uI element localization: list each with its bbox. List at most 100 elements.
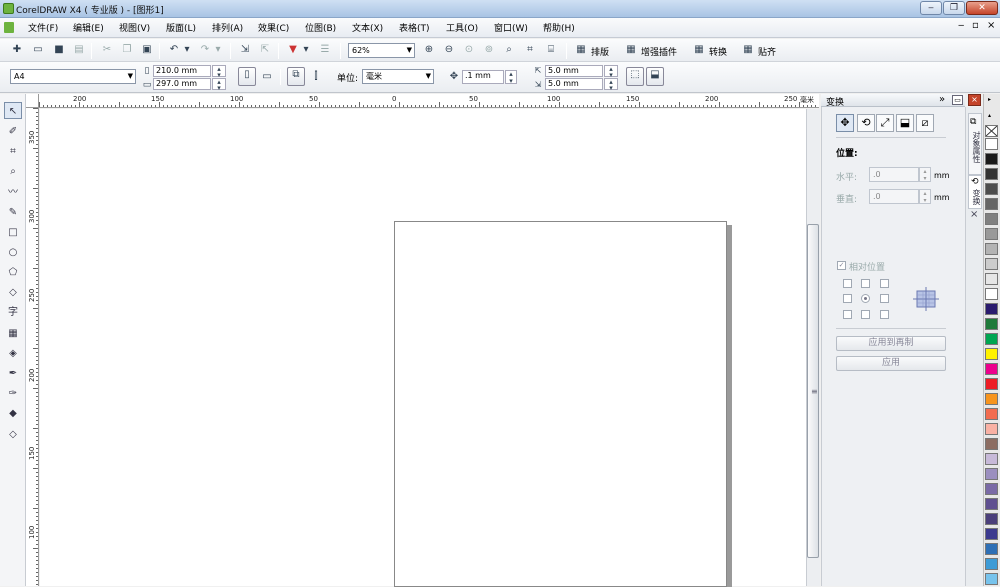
color-swatch[interactable]: [985, 153, 998, 165]
outline-tool-icon[interactable]: ✑: [4, 385, 22, 402]
skew-mode-button[interactable]: ⧄: [916, 114, 934, 132]
smart-fill-tool-icon[interactable]: ✎: [4, 204, 22, 221]
color-swatch[interactable]: [985, 138, 998, 150]
height-spinner-icon[interactable]: ▴ ▾: [212, 78, 226, 92]
nudge-distance-input[interactable]: .1 mm: [462, 70, 504, 84]
tab-object-properties[interactable]: ⧉ 对象属性: [968, 113, 982, 175]
vertical-scrollbar-thumb[interactable]: ≡: [807, 224, 819, 558]
freehand-tool-icon[interactable]: 〰: [4, 184, 22, 201]
anchor-bottom-center[interactable]: [861, 310, 870, 319]
welcome-screen-icon[interactable]: ☰: [318, 43, 332, 57]
paste-icon[interactable]: ▣: [140, 43, 154, 57]
apply-button[interactable]: 应用: [836, 356, 946, 371]
anchor-top-left[interactable]: [843, 279, 852, 288]
relative-position-checkbox[interactable]: ✓: [837, 261, 846, 270]
color-swatch[interactable]: [985, 543, 998, 555]
eyedropper-tool-icon[interactable]: ✒: [4, 365, 22, 382]
color-swatch[interactable]: [985, 348, 998, 360]
layout-button[interactable]: 排版: [591, 45, 609, 58]
undo-icon[interactable]: ↶: [167, 43, 181, 57]
color-swatch[interactable]: [985, 498, 998, 510]
anchor-top-right[interactable]: [880, 279, 889, 288]
horizontal-ruler[interactable]: 200 150 100 50 0 50 100 150 200 250 毫米: [39, 94, 819, 108]
position-mode-button[interactable]: ✥: [836, 114, 854, 132]
color-swatch[interactable]: [985, 558, 998, 570]
color-swatch[interactable]: [985, 393, 998, 405]
menu-file[interactable]: 文件(F): [28, 21, 58, 34]
cut-icon[interactable]: ✂: [100, 43, 114, 57]
duplicate-x-spinner-icon[interactable]: ▴ ▾: [604, 65, 618, 79]
color-swatch[interactable]: [985, 228, 998, 240]
anchor-middle-right[interactable]: [880, 294, 889, 303]
crop-tool-icon[interactable]: ⌗: [4, 143, 22, 160]
redo-icon[interactable]: ↷: [198, 43, 212, 57]
color-swatch[interactable]: [985, 363, 998, 375]
convert-icon[interactable]: ▦: [692, 43, 706, 57]
color-swatch[interactable]: [985, 468, 998, 480]
page-width-input[interactable]: 210.0 mm: [153, 65, 211, 77]
horizontal-input[interactable]: .0: [869, 167, 919, 182]
anchor-bottom-left[interactable]: [843, 310, 852, 319]
doc-close-button[interactable]: ×: [987, 20, 995, 31]
apply-to-duplicate-button[interactable]: 应用到再制: [836, 336, 946, 351]
ruler-origin-corner[interactable]: [26, 94, 39, 108]
export-icon[interactable]: ⇱: [258, 43, 272, 57]
maximize-button[interactable]: ❐: [943, 1, 965, 15]
tab-transform[interactable]: ⟲ 变换: [968, 175, 982, 209]
shape-tool-icon[interactable]: ✐: [4, 123, 22, 140]
unit-select[interactable]: 毫米 ▼: [362, 69, 434, 84]
save-icon[interactable]: ■: [52, 43, 66, 57]
import-icon[interactable]: ⇲: [238, 43, 252, 57]
redo-dropdown-icon[interactable]: ▾: [214, 43, 222, 57]
snap-button[interactable]: 贴齐: [758, 45, 776, 58]
color-swatch[interactable]: [985, 183, 998, 195]
copy-icon[interactable]: ❐: [120, 43, 134, 57]
double-chevron-icon[interactable]: »: [939, 94, 945, 105]
vertical-spinner-icon[interactable]: ▴ ▾: [919, 189, 931, 204]
snap-icon[interactable]: ▦: [741, 43, 755, 57]
duplicate-y-spinner-icon[interactable]: ▴ ▾: [604, 78, 618, 92]
zoom-page-icon[interactable]: ⌕: [502, 43, 516, 57]
zoom-tool-icon[interactable]: ⌕: [4, 163, 22, 180]
nudge-spinner-icon[interactable]: ▴ ▾: [505, 70, 517, 85]
zoom-all-objects-icon[interactable]: ⊚: [482, 43, 496, 57]
zoom-level-select[interactable]: 62% ▼: [348, 43, 415, 58]
menu-text[interactable]: 文本(X): [352, 21, 383, 34]
drawing-canvas[interactable]: [40, 109, 806, 587]
menu-help[interactable]: 帮助(H): [543, 21, 575, 34]
ellipse-tool-icon[interactable]: ○: [4, 244, 22, 261]
zoom-width-icon[interactable]: ⌗: [523, 43, 537, 57]
application-launcher-icon[interactable]: ▼: [286, 43, 300, 57]
color-swatch[interactable]: [985, 513, 998, 525]
zoom-out-icon[interactable]: ⊖: [442, 43, 456, 57]
all-pages-button[interactable]: ⧉: [287, 67, 305, 86]
plugins-icon[interactable]: ▦: [624, 43, 638, 57]
undo-dropdown-icon[interactable]: ▾: [183, 43, 191, 57]
anchor-center[interactable]: [861, 294, 870, 303]
vertical-input[interactable]: .0: [869, 189, 919, 204]
landscape-icon[interactable]: ▭: [260, 70, 274, 84]
palette-scroll-right-icon[interactable]: ▸: [988, 96, 991, 103]
duplicate-x-input[interactable]: 5.0 mm: [545, 65, 603, 77]
menu-layout[interactable]: 版面(L): [166, 21, 196, 34]
vertical-ruler[interactable]: 350 300 250 200 150 100: [26, 108, 39, 586]
width-spinner-icon[interactable]: ▴ ▾: [212, 65, 226, 79]
zoom-height-icon[interactable]: ⌸: [544, 43, 558, 57]
color-swatch[interactable]: [985, 288, 998, 300]
polygon-tool-icon[interactable]: ⬠: [4, 264, 22, 281]
color-swatch[interactable]: [985, 168, 998, 180]
menu-edit[interactable]: 编辑(E): [73, 21, 104, 34]
color-swatch[interactable]: [985, 483, 998, 495]
menu-bitmaps[interactable]: 位图(B): [305, 21, 336, 34]
color-swatch[interactable]: [985, 453, 998, 465]
rotate-mode-button[interactable]: ⟲: [857, 114, 875, 132]
menu-arrange[interactable]: 排列(A): [212, 21, 243, 34]
docker-close-button[interactable]: ×: [968, 94, 981, 106]
portrait-button[interactable]: ▯: [238, 67, 256, 86]
color-swatch[interactable]: [985, 333, 998, 345]
new-icon[interactable]: ✚: [10, 43, 24, 57]
color-swatch[interactable]: [985, 243, 998, 255]
open-icon[interactable]: ▭: [31, 43, 45, 57]
color-swatch[interactable]: [985, 423, 998, 435]
paper-size-select[interactable]: A4 ▼: [10, 69, 136, 84]
